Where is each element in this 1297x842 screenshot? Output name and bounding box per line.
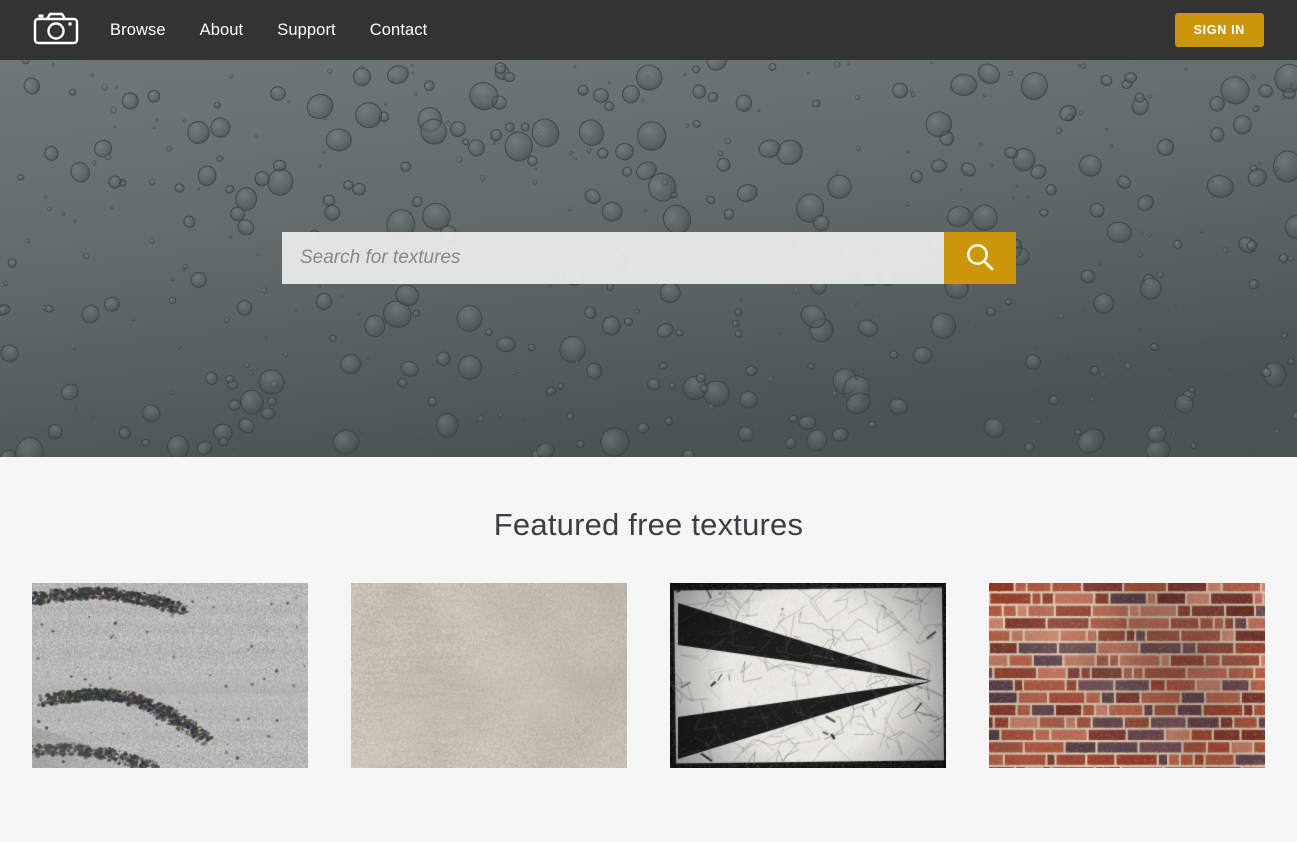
camera-logo-link[interactable] <box>32 12 80 48</box>
texture-thumbnail-image <box>32 583 308 768</box>
thumbnail-card-2[interactable] <box>670 583 946 768</box>
top-navigation-bar: Browse About Support Contact SIGN IN <box>0 0 1297 60</box>
thumbnail-card-3[interactable] <box>989 583 1265 768</box>
texture-thumbnail-image <box>670 583 946 768</box>
hero-banner <box>0 60 1297 457</box>
search-submit-button[interactable] <box>944 232 1016 284</box>
featured-thumbnail-grid <box>0 583 1297 768</box>
nav-link-about[interactable]: About <box>200 21 244 40</box>
camera-icon <box>33 11 79 50</box>
nav-link-contact[interactable]: Contact <box>370 21 428 40</box>
nav-item-about[interactable]: About <box>200 21 244 40</box>
featured-section: Featured free textures <box>0 457 1297 842</box>
thumbnail-card-1[interactable] <box>351 583 627 768</box>
featured-section-title: Featured free textures <box>493 507 804 542</box>
nav-item-support[interactable]: Support <box>277 21 336 40</box>
texture-thumbnail-image <box>989 583 1265 768</box>
nav-link-browse[interactable]: Browse <box>110 21 166 40</box>
thumbnail-card-0[interactable] <box>32 583 308 768</box>
sign-in-button[interactable]: SIGN IN <box>1174 13 1264 47</box>
nav-item-contact[interactable]: Contact <box>370 21 428 40</box>
nav-link-support[interactable]: Support <box>277 21 336 40</box>
texture-thumbnail-image <box>351 583 627 768</box>
primary-nav-links: Browse About Support Contact <box>110 21 427 40</box>
hero-search-bar <box>282 232 1016 284</box>
search-icon <box>963 240 997 277</box>
nav-item-browse[interactable]: Browse <box>110 21 166 40</box>
search-input[interactable] <box>282 232 944 284</box>
